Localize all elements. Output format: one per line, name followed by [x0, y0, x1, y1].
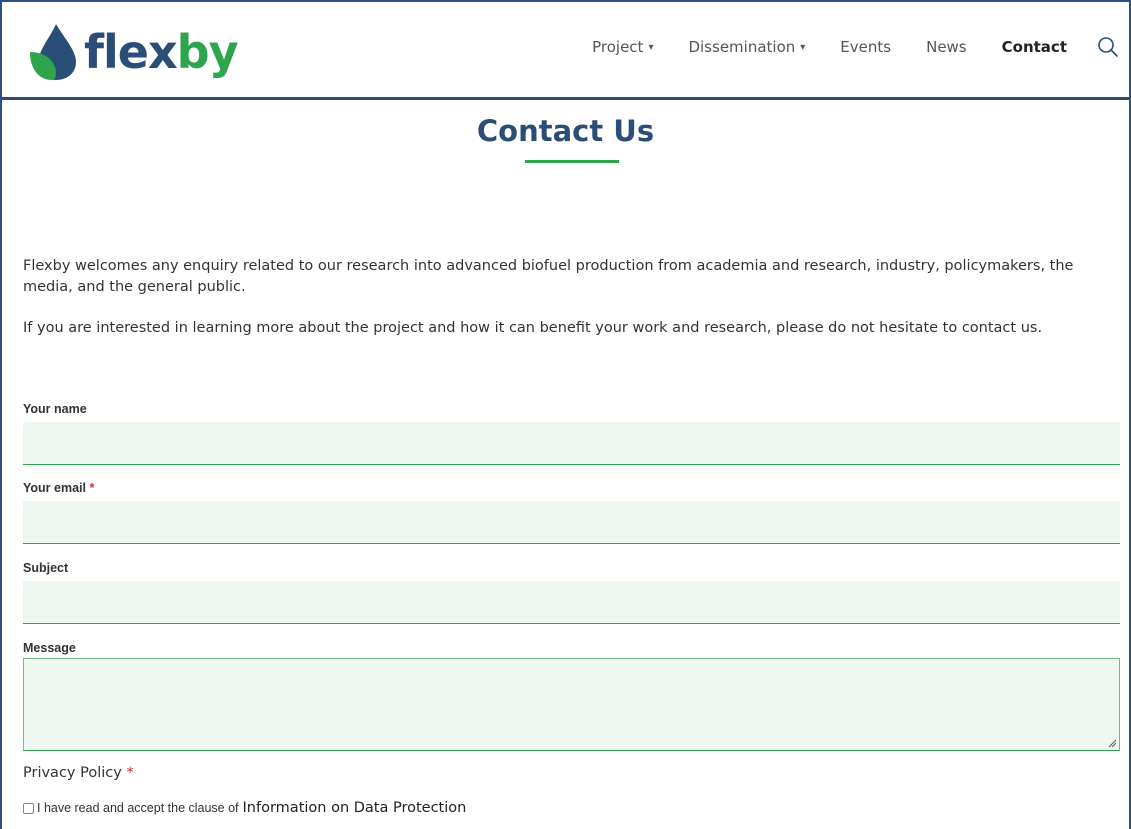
brand-name-part1: flex [84, 25, 178, 79]
required-marker: * [89, 481, 95, 495]
intro-paragraph-2: If you are interested in learning more a… [23, 320, 1043, 336]
resize-handle-icon[interactable] [1107, 738, 1117, 748]
nav-item-news[interactable]: News [926, 38, 967, 56]
leaf-drop-logo-icon [30, 24, 76, 80]
nav-item-dissemination[interactable]: Dissemination ▾ [688, 38, 805, 56]
email-label-text: Your email [23, 481, 86, 495]
privacy-policy-text: Privacy Policy [23, 765, 122, 781]
privacy-policy-label: Privacy Policy * [23, 765, 134, 781]
name-label-text: Your name [23, 402, 87, 416]
email-label: Your email * [23, 481, 94, 495]
search-icon[interactable] [1097, 36, 1119, 58]
nav-item-label: Dissemination [688, 38, 796, 56]
message-label: Message [23, 641, 76, 655]
nav-item-label: News [926, 38, 967, 56]
nav-item-label: Contact [1001, 38, 1067, 56]
nav-item-label: Project [592, 38, 644, 56]
site-header: flexby Project ▾ Dissemination ▾ Events … [2, 2, 1129, 100]
data-protection-link[interactable]: Information on Data Protection [243, 800, 467, 816]
email-field[interactable] [23, 501, 1120, 544]
intro-paragraph-1: Flexby welcomes any enquiry related to o… [23, 258, 1074, 295]
chevron-down-icon: ▾ [648, 41, 654, 53]
site-logo[interactable]: flexby [26, 22, 239, 82]
chevron-down-icon: ▾ [800, 41, 806, 53]
message-label-text: Message [23, 641, 76, 655]
subject-label: Subject [23, 561, 68, 575]
name-field[interactable] [23, 422, 1120, 465]
message-field[interactable] [23, 658, 1120, 751]
required-marker: * [126, 765, 134, 781]
consent-checkbox[interactable] [23, 802, 34, 814]
brand-name-part2: by [176, 25, 239, 79]
brand-name: flexby [84, 29, 239, 75]
title-underline [525, 160, 619, 163]
subject-field[interactable] [23, 581, 1120, 624]
consent-row: I have read and accept the clause of Inf… [23, 800, 466, 816]
nav-item-events[interactable]: Events [840, 38, 891, 56]
nav-item-label: Events [840, 38, 892, 56]
main-nav: Project ▾ Dissemination ▾ Events News Co… [557, 36, 1119, 58]
nav-item-project[interactable]: Project ▾ [592, 38, 653, 56]
consent-text: I have read and accept the clause of [37, 801, 239, 815]
subject-label-text: Subject [23, 561, 69, 575]
page-title: Contact Us [476, 114, 655, 148]
nav-item-contact[interactable]: Contact [1002, 38, 1067, 56]
name-label: Your name [23, 402, 87, 416]
